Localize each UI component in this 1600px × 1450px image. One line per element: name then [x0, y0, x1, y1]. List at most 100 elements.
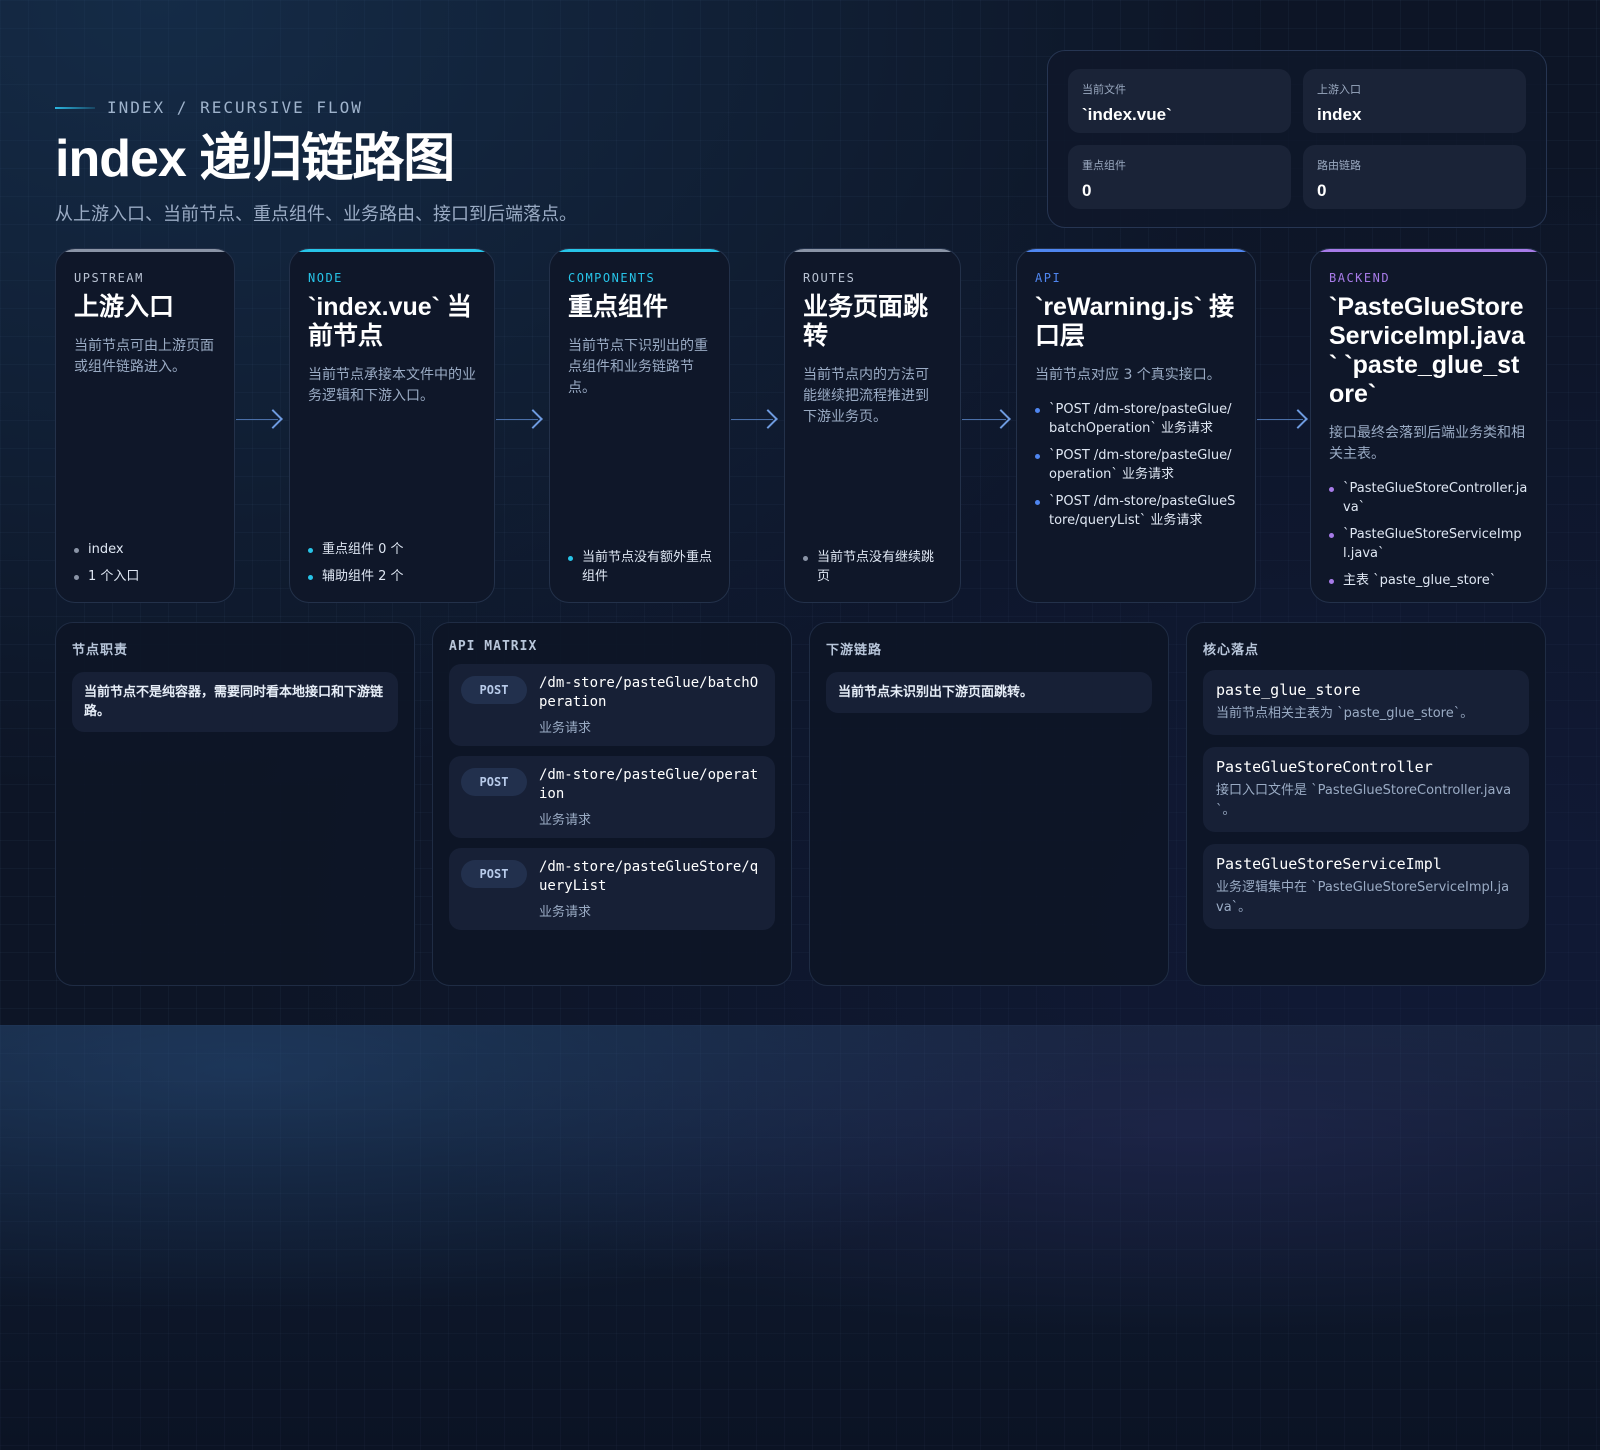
api-path: /dm-store/pasteGlueStore/queryList	[539, 859, 759, 894]
flow-node-backend: BACKEND `PasteGlueStoreServiceImpl.java`…	[1310, 248, 1547, 603]
node-desc: 当前节点承接本文件中的业务逻辑和下游入口。	[308, 367, 476, 404]
stat-label: 上游入口	[1317, 83, 1361, 96]
flow-node-upstream: UPSTREAM 上游入口 当前节点可由上游页面或组件链路进入。 index 1…	[55, 248, 235, 603]
list-item: 辅助组件 2 个	[308, 567, 478, 586]
page-header: INDEX / RECURSIVE FLOW index 递归链路图 从上游入口…	[55, 98, 577, 226]
node-list: 当前节点没有额外重点组件	[568, 540, 713, 586]
node-list: 重点组件 0 个 辅助组件 2 个	[308, 532, 478, 586]
api-desc: 业务请求	[539, 721, 592, 736]
node-list: `PasteGlueStoreController.java` `PasteGl…	[1329, 479, 1528, 590]
api-path: /dm-store/pasteGlue/operation	[539, 767, 759, 802]
api-desc: 业务请求	[539, 905, 592, 920]
node-kicker: UPSTREAM	[74, 271, 144, 285]
list-item: `POST /dm-store/pasteGlue/operation` 业务请…	[1035, 446, 1237, 484]
stat-value: `index.vue`	[1082, 105, 1172, 124]
list-item: `PasteGlueStoreServiceImpl.java`	[1329, 525, 1528, 563]
list-item: 当前节点没有继续跳页	[803, 548, 944, 586]
page-title: index 递归链路图	[55, 130, 455, 188]
flow-arrow-icon	[962, 408, 1012, 432]
method-badge: POST	[461, 860, 527, 888]
stat-label: 当前文件	[1082, 83, 1126, 96]
node-title: 上游入口	[74, 293, 175, 321]
api-row[interactable]: POST /dm-store/pasteGlueStore/queryList …	[449, 848, 775, 930]
node-list: `POST /dm-store/pasteGlue/batchOperation…	[1035, 400, 1237, 530]
stats-card: 当前文件 `index.vue` 上游入口 index 重点组件 0 路由链路 …	[1047, 50, 1547, 228]
flow-node-api: API `reWarning.js` 接口层 当前节点对应 3 个真实接口。 `…	[1016, 248, 1256, 603]
api-desc: 业务请求	[539, 813, 592, 828]
list-item: 重点组件 0 个	[308, 540, 478, 559]
panel-note: 当前节点未识别出下游页面跳转。	[826, 672, 1152, 713]
node-desc: 当前节点内的方法可能继续把流程推进到下游业务页。	[803, 367, 929, 425]
eyebrow: INDEX / RECURSIVE FLOW	[55, 98, 577, 117]
node-list: index 1 个入口	[74, 532, 218, 586]
stat-routes: 路由链路 0	[1303, 145, 1526, 209]
panel-title: 核心落点	[1203, 643, 1260, 658]
node-title: `PasteGlueStoreServiceImpl.java` `paste_…	[1329, 293, 1525, 408]
node-kicker: ROUTES	[803, 271, 856, 285]
node-desc: 当前节点可由上游页面或组件链路进入。	[74, 338, 214, 375]
flow-arrow-icon	[496, 408, 544, 432]
stat-value: 0	[1317, 181, 1327, 200]
core-name: paste_glue_store	[1216, 681, 1361, 699]
node-title: 业务页面跳转	[803, 293, 929, 350]
list-item: `POST /dm-store/pasteGlue/batchOperation…	[1035, 400, 1237, 438]
core-desc: 当前节点相关主表为 `paste_glue_store`。	[1216, 706, 1474, 721]
stat-current-file: 当前文件 `index.vue`	[1068, 69, 1291, 133]
flow-node-routes: ROUTES 业务页面跳转 当前节点内的方法可能继续把流程推进到下游业务页。 当…	[784, 248, 961, 603]
node-title: `index.vue` 当前节点	[308, 293, 472, 350]
node-kicker: BACKEND	[1329, 271, 1391, 285]
panel-title: API MATRIX	[449, 639, 538, 654]
flow-node-components: COMPONENTS 重点组件 当前节点下识别出的重点组件和业务链路节点。 当前…	[549, 248, 730, 603]
stat-label: 重点组件	[1082, 159, 1126, 172]
list-item: index	[74, 540, 218, 559]
method-badge: POST	[461, 676, 527, 704]
panel-title: 节点职责	[72, 643, 129, 658]
panel-note: 当前节点不是纯容器，需要同时看本地接口和下游链路。	[72, 672, 398, 732]
node-title: 重点组件	[568, 293, 669, 321]
node-desc: 当前节点下识别出的重点组件和业务链路节点。	[568, 338, 708, 396]
list-item: `PasteGlueStoreController.java`	[1329, 479, 1528, 517]
flow-arrow-icon	[731, 408, 779, 432]
node-kicker: NODE	[308, 271, 343, 285]
panel-core-targets: 核心落点 paste_glue_store 当前节点相关主表为 `paste_g…	[1186, 622, 1546, 986]
core-item: PasteGlueStoreController 接口入口文件是 `PasteG…	[1203, 747, 1529, 832]
list-item: `POST /dm-store/pasteGlueStore/queryList…	[1035, 492, 1237, 530]
node-kicker: API	[1035, 271, 1062, 285]
core-name: PasteGlueStoreServiceImpl	[1216, 855, 1442, 873]
flow-node-current: NODE `index.vue` 当前节点 当前节点承接本文件中的业务逻辑和下游…	[289, 248, 495, 603]
list-item: 1 个入口	[74, 567, 218, 586]
list-item: 当前节点没有额外重点组件	[568, 548, 713, 586]
node-desc: 当前节点对应 3 个真实接口。	[1035, 367, 1221, 383]
list-item: 主表 `paste_glue_store`	[1329, 571, 1528, 590]
flow-diagram: UPSTREAM 上游入口 当前节点可由上游页面或组件链路进入。 index 1…	[0, 248, 1600, 603]
stat-value: 0	[1082, 181, 1092, 200]
api-row[interactable]: POST /dm-store/pasteGlue/operation 业务请求	[449, 756, 775, 838]
stat-value: index	[1317, 105, 1362, 124]
panel-node-duty: 节点职责 当前节点不是纯容器，需要同时看本地接口和下游链路。	[55, 622, 415, 986]
panel-downstream: 下游链路 当前节点未识别出下游页面跳转。	[809, 622, 1169, 986]
flow-arrow-icon	[236, 408, 284, 432]
core-desc: 业务逻辑集中在 `PasteGlueStoreServiceImpl.java`…	[1216, 880, 1510, 915]
page-subtitle: 从上游入口、当前节点、重点组件、业务路由、接口到后端落点。	[55, 204, 577, 226]
core-item: PasteGlueStoreServiceImpl 业务逻辑集中在 `Paste…	[1203, 844, 1529, 929]
panel-title: 下游链路	[826, 643, 883, 658]
node-title: `reWarning.js` 接口层	[1035, 293, 1235, 350]
node-kicker: COMPONENTS	[568, 271, 656, 285]
panel-api-matrix: API MATRIX POST /dm-store/pasteGlue/batc…	[432, 622, 792, 986]
node-list: 当前节点没有继续跳页	[803, 540, 944, 586]
eyebrow-line	[55, 106, 95, 109]
api-row[interactable]: POST /dm-store/pasteGlue/batchOperation …	[449, 664, 775, 746]
stat-upstream: 上游入口 index	[1303, 69, 1526, 133]
stat-label: 路由链路	[1317, 159, 1361, 172]
api-path: /dm-store/pasteGlue/batchOperation	[539, 675, 759, 710]
background-bottom-band	[0, 1025, 1600, 1450]
core-desc: 接口入口文件是 `PasteGlueStoreController.java`。	[1216, 783, 1512, 818]
core-name: PasteGlueStoreController	[1216, 758, 1433, 776]
core-item: paste_glue_store 当前节点相关主表为 `paste_glue_s…	[1203, 670, 1529, 735]
flow-arrow-icon	[1257, 408, 1309, 432]
node-desc: 接口最终会落到后端业务类和相关主表。	[1329, 425, 1525, 462]
method-badge: POST	[461, 768, 527, 796]
stat-components: 重点组件 0	[1068, 145, 1291, 209]
eyebrow-text: INDEX / RECURSIVE FLOW	[107, 98, 363, 117]
detail-panels: 节点职责 当前节点不是纯容器，需要同时看本地接口和下游链路。 API MATRI…	[55, 622, 1547, 986]
